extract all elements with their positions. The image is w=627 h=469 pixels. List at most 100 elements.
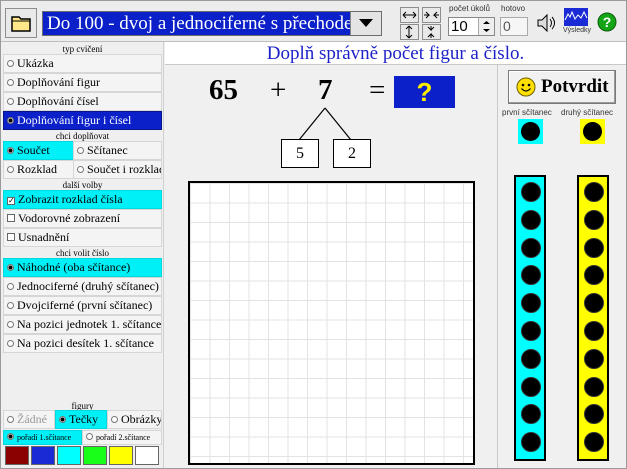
option-label: pořadí 1.sčítance bbox=[17, 433, 72, 442]
figure-dot[interactable] bbox=[584, 376, 604, 397]
shrink-horizontal-button[interactable] bbox=[422, 7, 441, 23]
figure-dot[interactable] bbox=[521, 237, 541, 258]
option-poradi-1[interactable]: pořadí 1.sčítance bbox=[3, 430, 82, 445]
radio-icon bbox=[7, 416, 14, 423]
option-doplnovani-figur-i-cisel[interactable]: Doplňování figur i čísel bbox=[3, 111, 162, 130]
option-dvojciferne[interactable]: Dvojciferné (první sčítanec) bbox=[3, 296, 162, 315]
option-label: Doplňování figur bbox=[17, 75, 100, 89]
color-swatch[interactable] bbox=[109, 446, 133, 465]
option-ukazka[interactable]: Ukázka bbox=[3, 54, 162, 73]
figure-dot[interactable] bbox=[521, 265, 541, 286]
color-swatch[interactable] bbox=[135, 446, 159, 465]
option-poradi-2[interactable]: pořadí 2.sčítance bbox=[82, 430, 162, 445]
figure-dot[interactable] bbox=[521, 376, 541, 397]
checkbox-zobrazit-rozklad[interactable]: ✓ Zobrazit rozklad čísla bbox=[3, 190, 162, 209]
figure-dot[interactable] bbox=[584, 432, 604, 453]
option-label: Zobrazit rozklad čísla bbox=[18, 192, 123, 206]
figure-dot[interactable] bbox=[521, 404, 541, 425]
figure-dot[interactable] bbox=[584, 237, 604, 258]
option-tecky[interactable]: Tečky bbox=[55, 410, 107, 429]
option-label: Žádné bbox=[17, 412, 47, 426]
color-swatch[interactable] bbox=[83, 446, 107, 465]
option-label: Náhodné (oba sčítance) bbox=[17, 260, 131, 274]
option-label: Ukázka bbox=[17, 56, 54, 70]
option-soucet[interactable]: Součet bbox=[3, 141, 83, 160]
triangle-down-icon bbox=[359, 19, 373, 27]
option-jednociferne[interactable]: Jednociferné (druhý sčítanec) bbox=[3, 277, 162, 296]
radio-selected-icon bbox=[7, 433, 14, 440]
option-label: Jednociferné (druhý sčítanec) bbox=[17, 279, 159, 293]
option-label: Doplňování figur i čísel bbox=[17, 113, 132, 127]
figure-dot[interactable] bbox=[584, 348, 604, 369]
figure-dot[interactable] bbox=[521, 432, 541, 453]
option-zadne[interactable]: Žádné bbox=[3, 410, 55, 429]
exercise-select[interactable]: Do 100 - dvoj a jednociferné s přechodem bbox=[42, 11, 382, 36]
option-rozklad[interactable]: Rozklad bbox=[3, 160, 83, 179]
help-icon: ? bbox=[597, 12, 617, 32]
figure-dot[interactable] bbox=[521, 348, 541, 369]
second-addend: 7 bbox=[318, 74, 333, 106]
option-obrazky[interactable]: Obrázky bbox=[107, 410, 162, 429]
checkbox-usnadneni[interactable]: Usnadnění bbox=[3, 228, 162, 247]
figure-dot[interactable] bbox=[584, 182, 604, 202]
option-doplnovani-cisel[interactable]: Doplňování čísel bbox=[3, 92, 162, 111]
sound-button[interactable] bbox=[534, 10, 558, 36]
expand-horizontal-button[interactable] bbox=[400, 7, 419, 23]
radio-icon bbox=[77, 147, 84, 154]
first-addend-column bbox=[514, 175, 546, 461]
dot-icon bbox=[521, 122, 540, 141]
option-doplnovani-figur[interactable]: Doplňování figur bbox=[3, 73, 162, 92]
radio-icon bbox=[86, 433, 93, 440]
option-label: Součet bbox=[17, 143, 50, 157]
checkbox-checked-icon: ✓ bbox=[7, 196, 15, 205]
first-addend-color-button[interactable] bbox=[518, 119, 543, 144]
decomposition-left[interactable]: 5 bbox=[281, 139, 319, 168]
figure-dot[interactable] bbox=[521, 293, 541, 314]
task-count-label: počet úkolů bbox=[449, 4, 490, 13]
figure-dot[interactable] bbox=[584, 293, 604, 314]
radio-icon bbox=[7, 321, 14, 328]
figure-dot[interactable] bbox=[584, 404, 604, 425]
shrink-vertical-button[interactable] bbox=[422, 24, 441, 40]
color-swatch[interactable] bbox=[5, 446, 29, 465]
answer-field[interactable]: ? bbox=[394, 76, 455, 108]
option-soucet-i-rozklad[interactable]: Součet i rozklad bbox=[73, 160, 162, 179]
figure-dot[interactable] bbox=[521, 182, 541, 202]
figure-dot[interactable] bbox=[521, 209, 541, 230]
radio-icon bbox=[7, 166, 14, 173]
figure-dot[interactable] bbox=[584, 209, 604, 230]
task-count-value: 10 bbox=[451, 18, 468, 35]
color-swatch[interactable] bbox=[31, 446, 55, 465]
option-label: Obrázky bbox=[121, 412, 162, 426]
decomposition-right[interactable]: 2 bbox=[333, 139, 371, 168]
folder-icon bbox=[11, 16, 31, 32]
option-scitanec[interactable]: Sčítanec bbox=[73, 141, 162, 160]
second-addend-color-button[interactable] bbox=[580, 119, 605, 144]
figure-grid[interactable] bbox=[188, 181, 475, 465]
open-folder-button[interactable] bbox=[5, 8, 37, 38]
second-addend-column bbox=[577, 175, 609, 461]
plus-sign: + bbox=[270, 74, 287, 106]
option-label: Tečky bbox=[69, 412, 99, 426]
done-value: 0 bbox=[503, 18, 511, 34]
expand-vertical-button[interactable] bbox=[400, 24, 419, 40]
task-count-stepper[interactable] bbox=[478, 18, 494, 35]
figure-dot[interactable] bbox=[584, 321, 604, 341]
help-button[interactable]: ? bbox=[596, 11, 618, 33]
radio-icon bbox=[7, 60, 14, 67]
color-swatch[interactable] bbox=[57, 446, 81, 465]
option-pozice-jednotek[interactable]: Na pozici jednotek 1. sčítance bbox=[3, 315, 162, 334]
figure-dot[interactable] bbox=[584, 265, 604, 286]
option-nahodne[interactable]: Náhodné (oba sčítance) bbox=[3, 258, 162, 277]
option-label: Rozklad bbox=[17, 162, 57, 176]
option-pozice-desitek[interactable]: Na pozici desítek 1. sčítance bbox=[3, 334, 162, 353]
checkbox-vodorovne[interactable]: Vodorovné zobrazení bbox=[3, 209, 162, 228]
vertical-arrows-icon bbox=[405, 25, 413, 39]
radio-icon bbox=[111, 416, 118, 423]
option-label: Doplňování čísel bbox=[17, 94, 99, 108]
exercise-select-dropdown[interactable] bbox=[350, 12, 381, 35]
results-button[interactable]: Výsledky bbox=[562, 6, 591, 38]
radio-icon bbox=[77, 166, 84, 173]
figure-dot[interactable] bbox=[521, 321, 541, 341]
option-label: Na pozici desítek 1. sčítance bbox=[17, 336, 154, 350]
